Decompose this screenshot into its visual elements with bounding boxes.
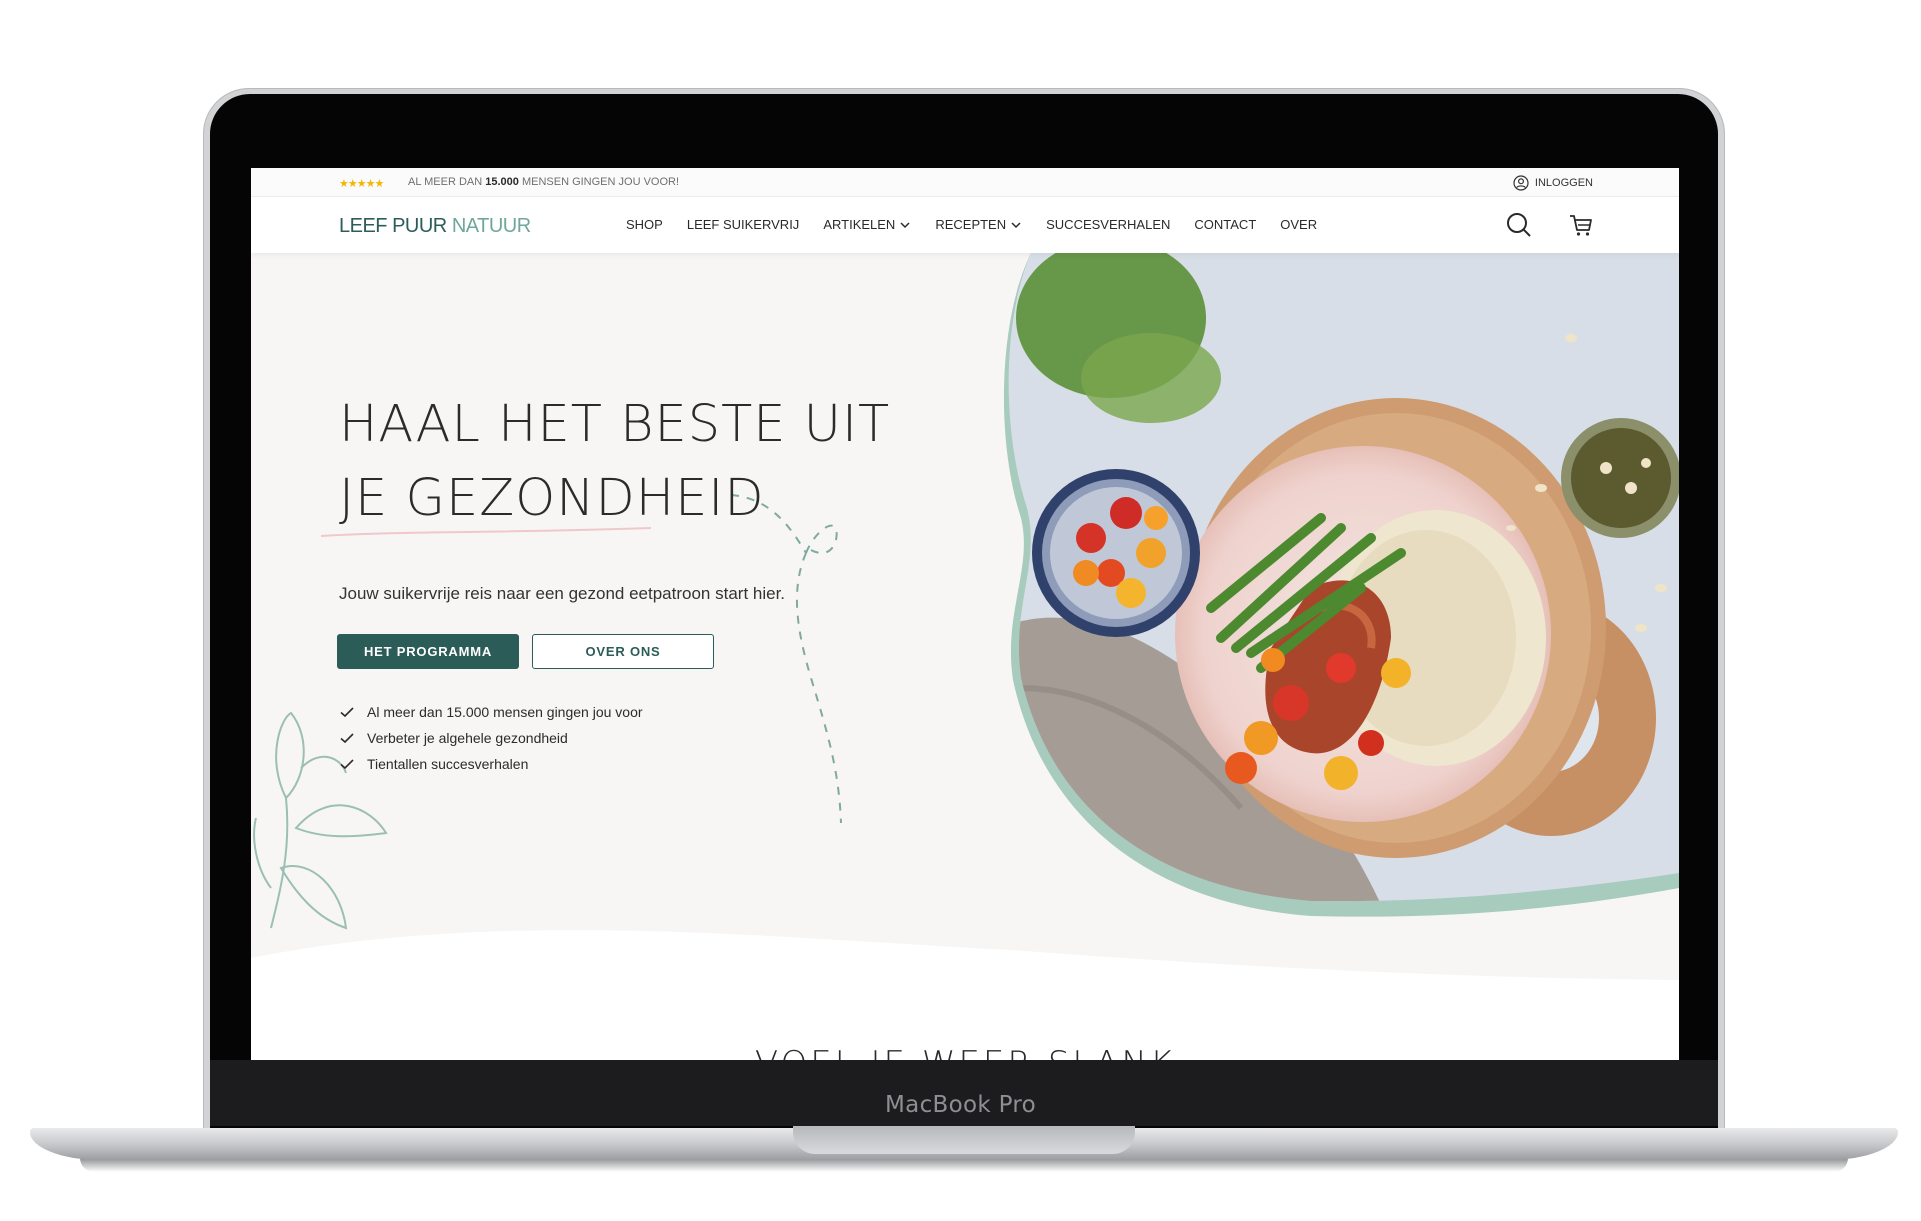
- main-navigation: LEEF PUUR NATUUR SHOP LEEF SUIKERVRIJ AR…: [251, 197, 1679, 253]
- next-section-title: VOEL JE WEER SLANK: [251, 1044, 1679, 1060]
- program-button[interactable]: HET PROGRAMMA: [337, 634, 519, 669]
- login-link[interactable]: INLOGGEN: [1513, 175, 1593, 191]
- nav-item-over[interactable]: OVER: [1280, 217, 1317, 232]
- nav-item-artikelen[interactable]: ARTIKELEN: [823, 217, 911, 232]
- login-label: INLOGGEN: [1534, 177, 1593, 189]
- user-icon: [1513, 175, 1529, 191]
- check-icon: [340, 733, 354, 744]
- benefits-checklist: Al meer dan 15.000 mensen gingen jou voo…: [339, 699, 643, 777]
- laptop-base-shadow: [80, 1158, 1848, 1172]
- nav-item-contact[interactable]: CONTACT: [1194, 217, 1256, 232]
- hero-title-line-2: JE GEZONDHEID: [339, 469, 765, 528]
- list-item: Tientallen succesverhalen: [339, 751, 643, 777]
- about-us-button[interactable]: OVER ONS: [532, 634, 714, 669]
- top-info-bar: ★★★★★ AL MEER DAN 15.000 MENSEN GINGEN J…: [251, 168, 1679, 197]
- dashed-sprout-decoration: [730, 494, 842, 824]
- hero-title: HAAL HET BESTE UIT JE GEZONDHEID: [339, 388, 890, 536]
- search-icon[interactable]: [1505, 211, 1533, 239]
- chevron-down-icon: [1011, 221, 1021, 228]
- nav-item-leef-suikervrij[interactable]: LEEF SUIKERVRIJ: [687, 217, 799, 232]
- nav-menu: SHOP LEEF SUIKERVRIJ ARTIKELEN RECEPTEN …: [626, 217, 1317, 232]
- hero-subtitle: Jouw suikervrije reis naar een gezond ee…: [339, 584, 786, 603]
- nav-item-succesverhalen[interactable]: SUCCESVERHALEN: [1046, 217, 1170, 232]
- list-item: Al meer dan 15.000 mensen gingen jou voo…: [339, 699, 643, 725]
- social-proof-text: AL MEER DAN 15.000 MENSEN GINGEN JOU VOO…: [408, 176, 680, 188]
- cart-icon[interactable]: [1567, 211, 1595, 239]
- laptop-notch: [793, 1126, 1135, 1154]
- website-screen: ★★★★★ AL MEER DAN 15.000 MENSEN GINGEN J…: [251, 168, 1679, 1060]
- hero-art: [251, 253, 1679, 1060]
- check-icon: [340, 707, 354, 718]
- bottom-wave: [251, 930, 1679, 1060]
- check-icon: [340, 759, 354, 770]
- site-logo[interactable]: LEEF PUUR NATUUR: [339, 215, 531, 238]
- list-item: Verbeter je algehele gezondheid: [339, 725, 643, 751]
- hero-title-line-1: HAAL HET BESTE UIT: [339, 395, 891, 454]
- nav-item-recepten[interactable]: RECEPTEN: [935, 217, 1022, 232]
- chevron-down-icon: [900, 221, 910, 228]
- nav-item-shop[interactable]: SHOP: [626, 217, 663, 232]
- device-label: MacBook Pro: [885, 1092, 1036, 1118]
- rating-stars: ★★★★★: [339, 178, 384, 190]
